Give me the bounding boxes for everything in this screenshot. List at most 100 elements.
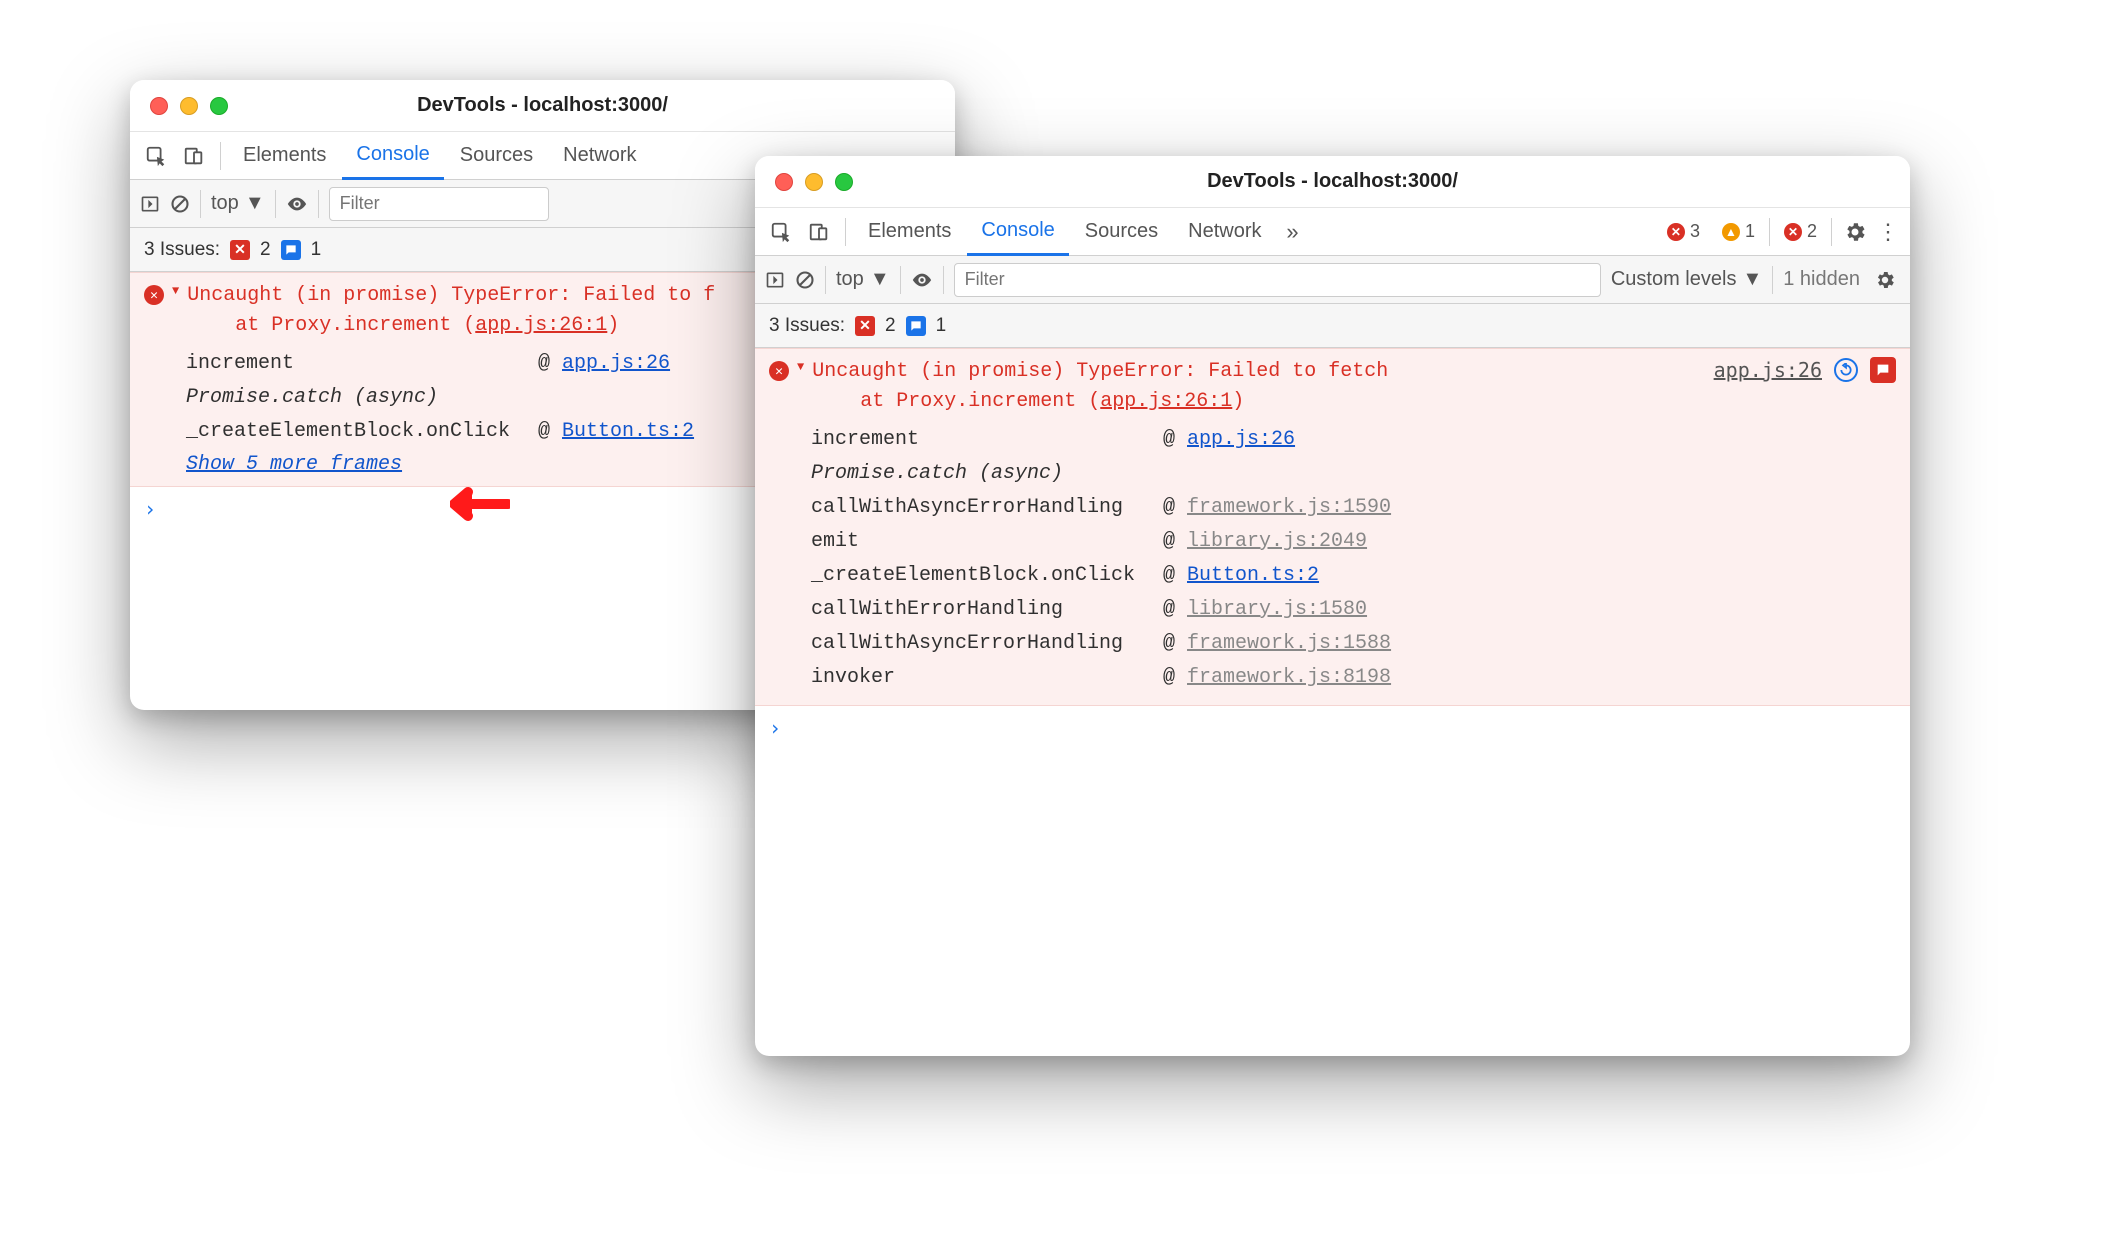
stack-at: @ xyxy=(538,415,550,449)
tab-sources[interactable]: Sources xyxy=(446,132,547,180)
error-icon: ✕ xyxy=(769,361,789,381)
minimize-button[interactable] xyxy=(180,97,198,115)
stack-at: @ xyxy=(1163,491,1175,525)
context-selector[interactable]: top ▼ xyxy=(211,192,265,215)
titlebar-a: DevTools - localhost:3000/ xyxy=(130,80,955,132)
issues-count: 2 xyxy=(1807,221,1817,242)
stack-source-link[interactable]: framework.js:8198 xyxy=(1187,661,1391,695)
stack-frame: callWithAsyncErrorHandling @ framework.js:… xyxy=(811,491,1896,525)
error-source-link[interactable]: app.js:26:1 xyxy=(1100,390,1232,413)
prompt-chevron-icon: › xyxy=(144,497,156,521)
console-settings-gear-icon[interactable] xyxy=(1870,265,1900,295)
traffic-lights-a xyxy=(130,97,228,115)
warning-count: 1 xyxy=(1745,221,1755,242)
console-toolbar-b: top ▼ Custom levels ▼ 1 hidden xyxy=(755,256,1910,304)
filter-input[interactable] xyxy=(954,263,1601,297)
stack-at: @ xyxy=(1163,627,1175,661)
stack-source-link[interactable]: library.js:1580 xyxy=(1187,593,1367,627)
stack-function: emit xyxy=(811,525,1151,559)
tab-elements[interactable]: Elements xyxy=(854,208,965,256)
live-expression-icon[interactable] xyxy=(911,269,933,291)
feedback-icon[interactable] xyxy=(1870,357,1896,383)
clear-console-icon[interactable] xyxy=(170,194,190,214)
stack-source-link[interactable]: framework.js:1590 xyxy=(1187,491,1391,525)
log-levels-selector[interactable]: Custom levels ▼ xyxy=(1611,268,1762,291)
tab-network[interactable]: Network xyxy=(1174,208,1275,256)
maximize-button[interactable] xyxy=(210,97,228,115)
filter-input[interactable] xyxy=(329,187,549,221)
error-message: Uncaught (in promise) TypeError: Failed … xyxy=(812,357,1388,417)
disclosure-triangle-icon[interactable]: ▼ xyxy=(797,360,804,374)
issues-info-count: 1 xyxy=(311,239,322,261)
stack-frame: _createElementBlock.onClick@Button.ts:2 xyxy=(811,559,1896,593)
reload-icon[interactable] xyxy=(1834,358,1858,382)
sidebar-toggle-icon[interactable] xyxy=(140,194,160,214)
stack-source-link[interactable]: Button.ts:2 xyxy=(1187,559,1319,593)
error-source-link[interactable]: app.js:26:1 xyxy=(475,314,607,337)
live-expression-icon[interactable] xyxy=(286,193,308,215)
annotation-arrow-icon xyxy=(450,484,510,524)
stack-function: Promise.catch (async) xyxy=(186,381,526,415)
info-badge-icon xyxy=(281,240,301,260)
error-badge-icon: ✕ xyxy=(230,240,250,260)
context-selector[interactable]: top ▼ xyxy=(836,268,890,291)
error-message: Uncaught (in promise) TypeError: Failed … xyxy=(187,281,715,341)
close-button[interactable] xyxy=(150,97,168,115)
inspect-icon[interactable] xyxy=(138,138,174,174)
titlebar-b: DevTools - localhost:3000/ xyxy=(755,156,1910,208)
more-tabs-icon[interactable]: » xyxy=(1278,217,1308,247)
issues-info-count: 1 xyxy=(936,315,947,337)
maximize-button[interactable] xyxy=(835,173,853,191)
stack-frame: emit@library.js:2049 xyxy=(811,525,1896,559)
stack-frame: Promise.catch (async) xyxy=(811,457,1896,491)
stack-function: invoker xyxy=(811,661,1151,695)
more-menu-icon[interactable]: ⋮ xyxy=(1872,217,1902,247)
device-toggle-icon[interactable] xyxy=(801,214,837,250)
console-body-b: app.js:26 ✕ ▼ Uncaught (in promise) Type… xyxy=(755,348,1910,1056)
settings-gear-icon[interactable] xyxy=(1840,217,1870,247)
stack-frame: increment@app.js:26 xyxy=(811,423,1896,457)
traffic-lights-b xyxy=(755,173,853,191)
issues-chip[interactable]: ✕2 xyxy=(1778,219,1823,244)
stack-source-link[interactable]: framework.js:1588 xyxy=(1187,627,1391,661)
disclosure-triangle-icon[interactable]: ▼ xyxy=(172,284,179,298)
minimize-button[interactable] xyxy=(805,173,823,191)
divider xyxy=(275,190,276,218)
stack-source-link[interactable]: library.js:2049 xyxy=(1187,525,1367,559)
issues-label: 3 Issues: xyxy=(769,315,845,337)
sidebar-toggle-icon[interactable] xyxy=(765,270,785,290)
stack-frame: callWithAsyncErrorHandling@framework.js:… xyxy=(811,627,1896,661)
context-label: top xyxy=(211,192,239,215)
hidden-count[interactable]: 1 hidden xyxy=(1783,268,1860,291)
stack-function: callWithAsyncErrorHandling xyxy=(811,491,1151,525)
window-title-b: DevTools - localhost:3000/ xyxy=(1207,170,1458,193)
tab-console[interactable]: Console xyxy=(342,132,443,180)
issues-bar-b[interactable]: 3 Issues: ✕ 2 1 xyxy=(755,304,1910,348)
stack-at: @ xyxy=(1163,593,1175,627)
divider xyxy=(1772,266,1773,294)
stack-function: _createElementBlock.onClick xyxy=(186,415,526,449)
divider xyxy=(1769,218,1770,246)
stack-frame: invoker@framework.js:8198 xyxy=(811,661,1896,695)
stack-function: increment xyxy=(811,423,1151,457)
tab-sources[interactable]: Sources xyxy=(1071,208,1172,256)
info-badge-icon xyxy=(906,316,926,336)
error-source-link-right[interactable]: app.js:26 xyxy=(1714,358,1822,382)
divider xyxy=(1831,218,1832,246)
tab-network[interactable]: Network xyxy=(549,132,650,180)
device-toggle-icon[interactable] xyxy=(176,138,212,174)
status-chips[interactable]: ✕3 ▲1 xyxy=(1661,219,1761,244)
issues-err-count: 2 xyxy=(260,239,271,261)
stack-source-link[interactable]: app.js:26 xyxy=(562,347,670,381)
levels-label: Custom levels xyxy=(1611,268,1737,291)
window-title-a: DevTools - localhost:3000/ xyxy=(417,94,668,117)
stack-source-link[interactable]: Button.ts:2 xyxy=(562,415,694,449)
console-prompt[interactable]: › xyxy=(755,706,1910,750)
clear-console-icon[interactable] xyxy=(795,270,815,290)
close-button[interactable] xyxy=(775,173,793,191)
stack-source-link[interactable]: app.js:26 xyxy=(1187,423,1295,457)
prompt-chevron-icon: › xyxy=(769,716,781,740)
tab-console[interactable]: Console xyxy=(967,208,1068,256)
inspect-icon[interactable] xyxy=(763,214,799,250)
tab-elements[interactable]: Elements xyxy=(229,132,340,180)
